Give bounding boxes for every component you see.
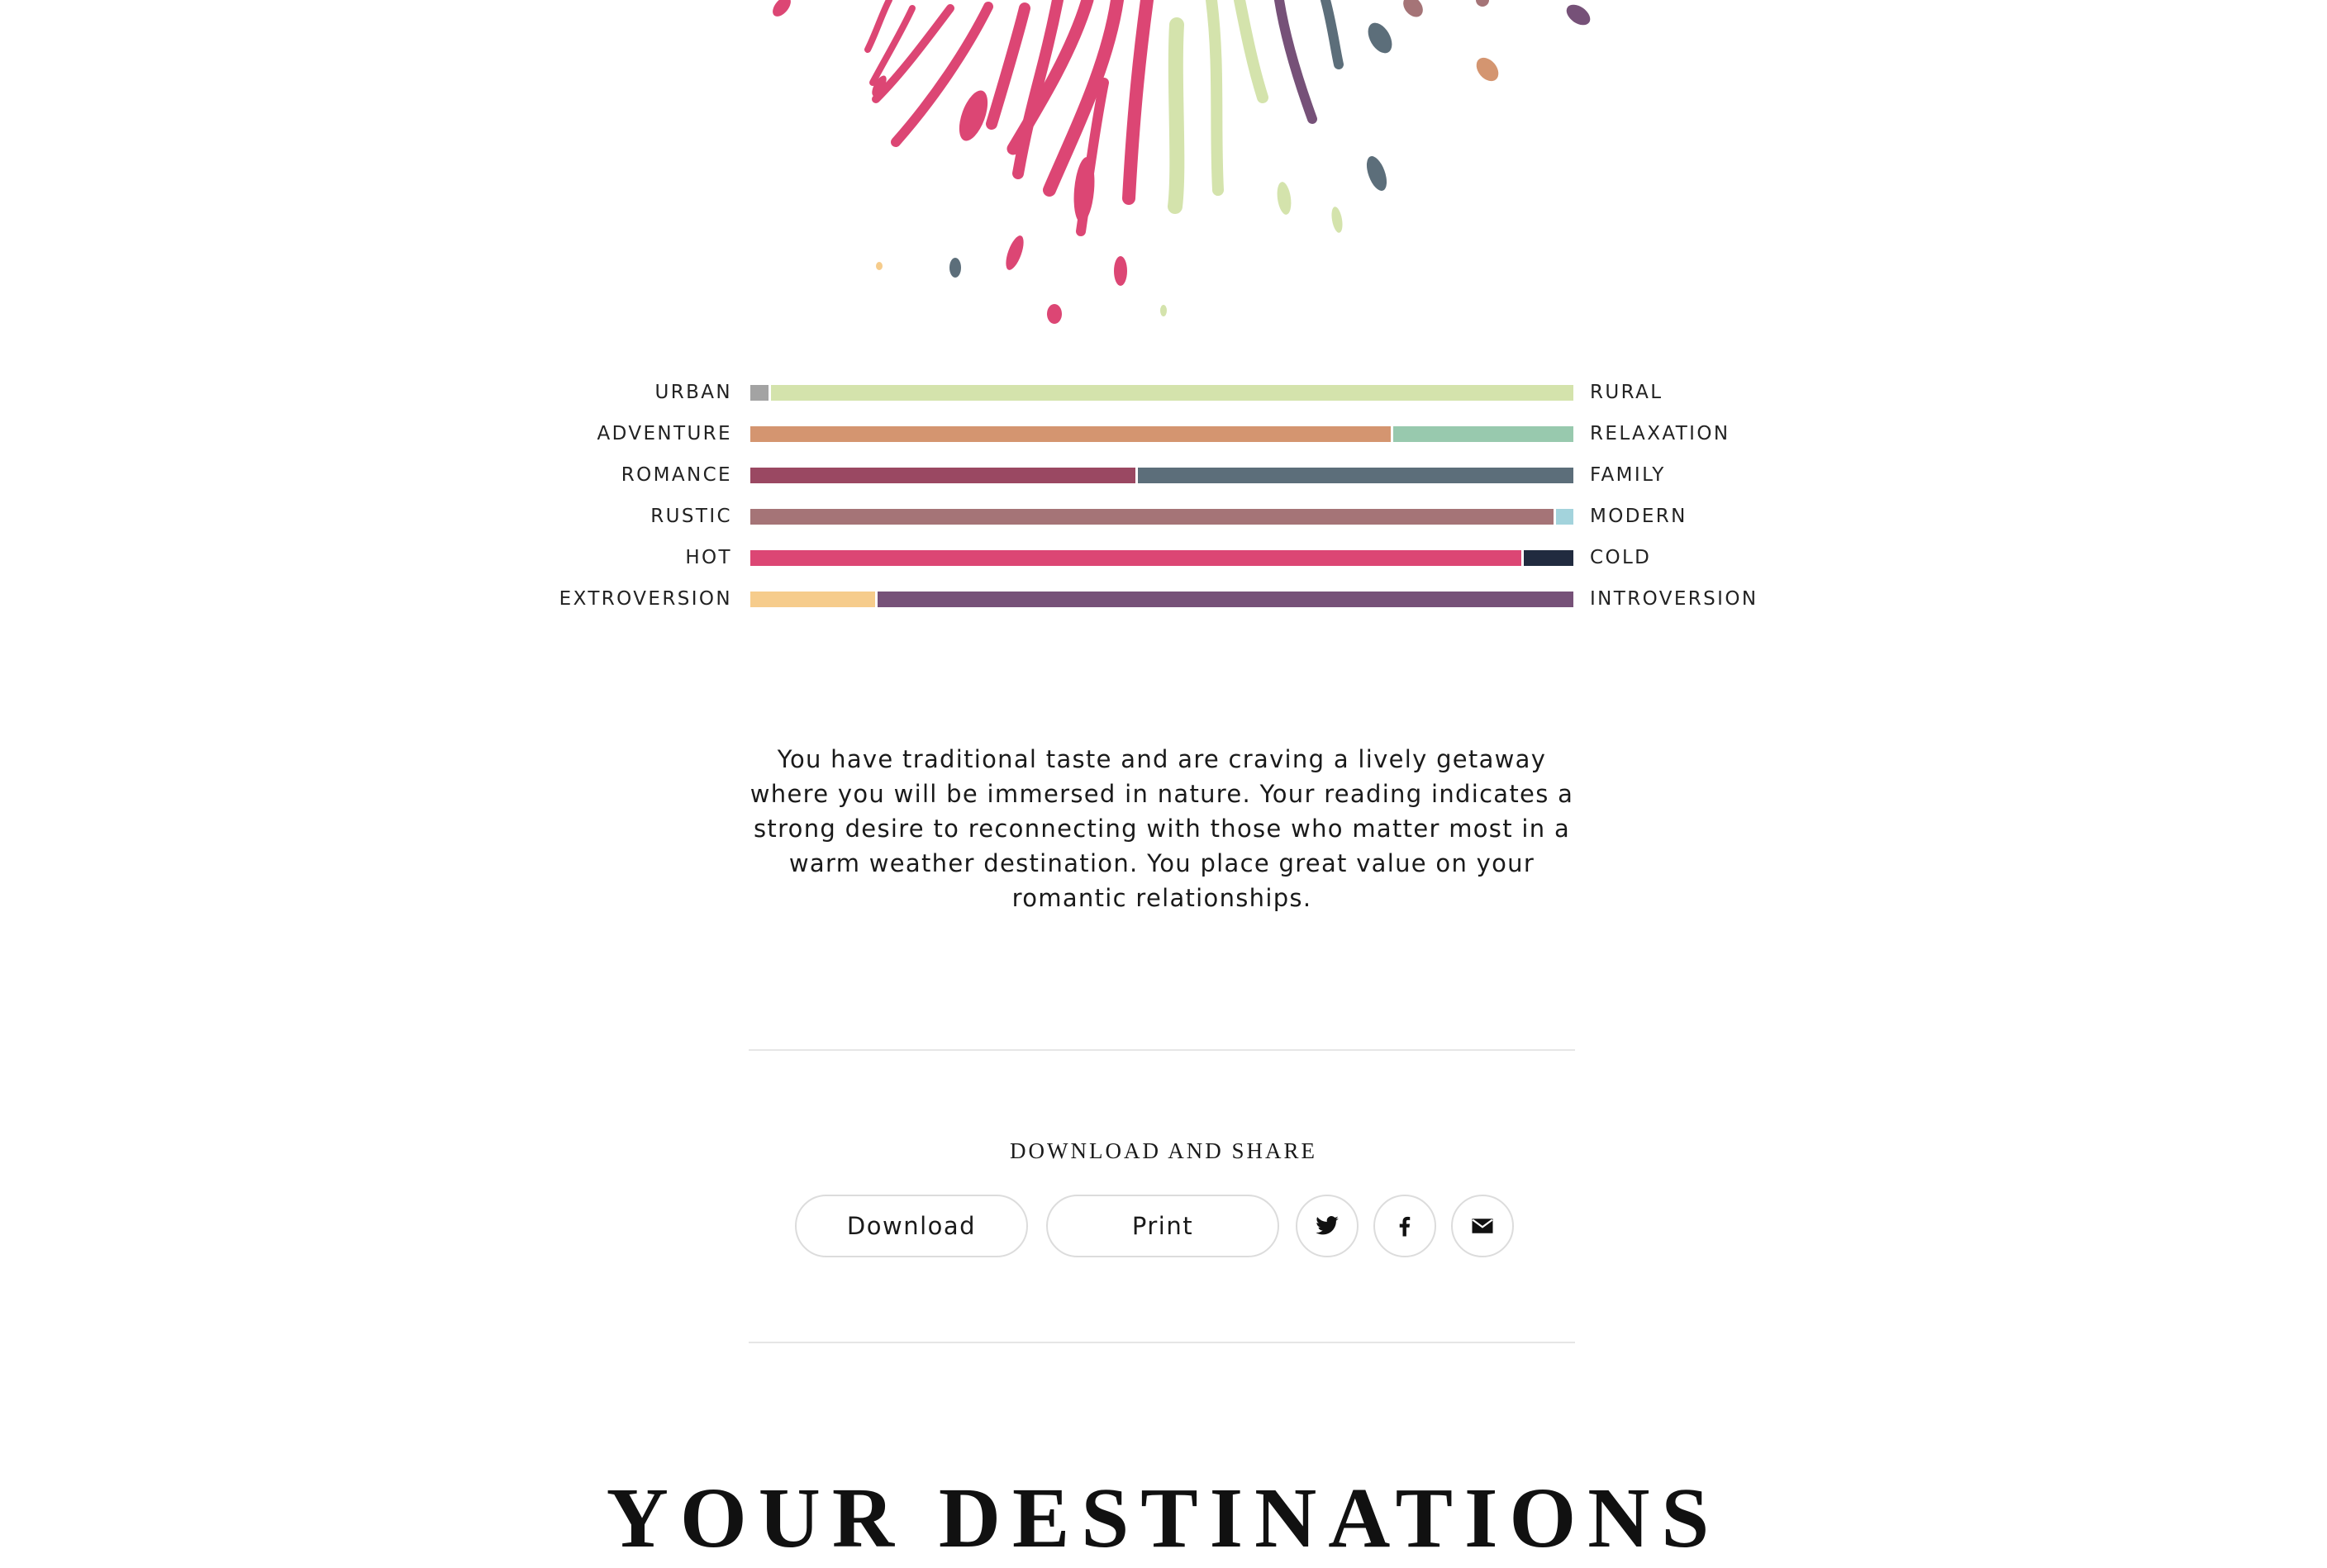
scale-left-label: URBAN: [654, 382, 732, 403]
scale-right-label: RURAL: [1590, 382, 1663, 403]
splash-drop: [876, 262, 883, 270]
scale-row: URBAN RURAL: [0, 382, 2327, 405]
splash-drop: [1366, 156, 1387, 191]
scale-right-segment: [771, 385, 1573, 401]
splash-drop: [1476, 0, 1489, 7]
splash-drop: [949, 258, 961, 278]
splash-drop: [1277, 182, 1292, 215]
scale-left-label: EXTROVERSION: [559, 588, 732, 610]
scale-left-segment: [750, 592, 875, 607]
scale-left-label: ADVENTURE: [597, 423, 732, 444]
scale-right-segment: [1138, 468, 1573, 483]
scale-bar: [750, 592, 1573, 607]
scale-right-label: FAMILY: [1590, 464, 1666, 486]
splash-streak: [1321, 0, 1344, 69]
scale-left-segment: [750, 426, 1391, 442]
splash-drop: [1006, 235, 1024, 270]
splash-streak: [1122, 0, 1154, 205]
splash-drop: [1566, 4, 1591, 26]
scale-right-label: COLD: [1590, 547, 1652, 568]
share-email-button[interactable]: [1451, 1195, 1514, 1257]
download-button[interactable]: Download: [795, 1195, 1028, 1257]
splash-drop: [1368, 22, 1392, 54]
share-section-title: DOWNLOAD AND SHARE: [1010, 1138, 1317, 1163]
scale-left-segment: [750, 509, 1554, 525]
scale-left-label: RUSTIC: [650, 506, 732, 527]
scale-row: HOT COLD: [0, 547, 2327, 570]
scale-left-segment: [750, 550, 1521, 566]
splash-streak: [1168, 17, 1185, 214]
share-facebook-button[interactable]: [1373, 1195, 1436, 1257]
scale-bar: [750, 426, 1573, 442]
scale-bar: [750, 385, 1573, 401]
splash-streak: [1206, 0, 1224, 196]
purple-streaks: [1274, 0, 1344, 124]
divider: [749, 1342, 1575, 1343]
reading-summary: You have traditional taste and are cravi…: [749, 745, 1574, 912]
facebook-icon: [1399, 1216, 1411, 1237]
scale-bar: [750, 550, 1573, 566]
splash-drop: [1403, 0, 1423, 17]
scale-row: ADVENTURE RELAXATION: [0, 423, 2327, 446]
splash-drop: [1047, 304, 1062, 324]
green-streaks: [1168, 0, 1268, 214]
scale-row: RUSTIC MODERN: [0, 506, 2327, 529]
destinations-heading: YOUR DESTINATIONS: [606, 1471, 1721, 1566]
scale-right-label: MODERN: [1590, 506, 1687, 527]
divider: [749, 1049, 1575, 1051]
splash-streak: [1274, 0, 1317, 124]
scale-row: EXTROVERSION INTROVERSION: [0, 588, 2327, 611]
email-icon: [1472, 1219, 1493, 1233]
scale-bar: [750, 509, 1573, 525]
personality-splash-artwork: [773, 0, 1591, 324]
scale-right-segment: [1556, 509, 1573, 525]
scale-right-segment: [878, 592, 1573, 607]
share-twitter-button[interactable]: [1296, 1195, 1359, 1257]
scale-right-segment: [1393, 426, 1573, 442]
splash-streak: [1234, 0, 1268, 103]
scale-right-label: INTROVERSION: [1590, 588, 1758, 610]
splash-streak: [986, 2, 1030, 130]
splash-drop: [1160, 305, 1167, 316]
scale-right-segment: [1524, 550, 1573, 566]
print-button[interactable]: Print: [1046, 1195, 1279, 1257]
splash-drop: [959, 90, 988, 141]
splash-drop: [1114, 256, 1127, 286]
splash-drop: [773, 0, 791, 17]
splash-drop: [1476, 57, 1499, 82]
splash-drop: [1331, 207, 1343, 233]
scale-left-segment: [750, 385, 769, 401]
scale-bar: [750, 468, 1573, 483]
twitter-icon: [1316, 1216, 1339, 1235]
scale-row: ROMANCE FAMILY: [0, 464, 2327, 487]
splash-streak: [864, 0, 892, 53]
scale-right-label: RELAXATION: [1590, 423, 1730, 444]
pink-streaks: [864, 0, 1154, 236]
scale-left-segment: [750, 468, 1135, 483]
scale-left-label: HOT: [685, 547, 732, 568]
scale-left-label: ROMANCE: [621, 464, 732, 486]
